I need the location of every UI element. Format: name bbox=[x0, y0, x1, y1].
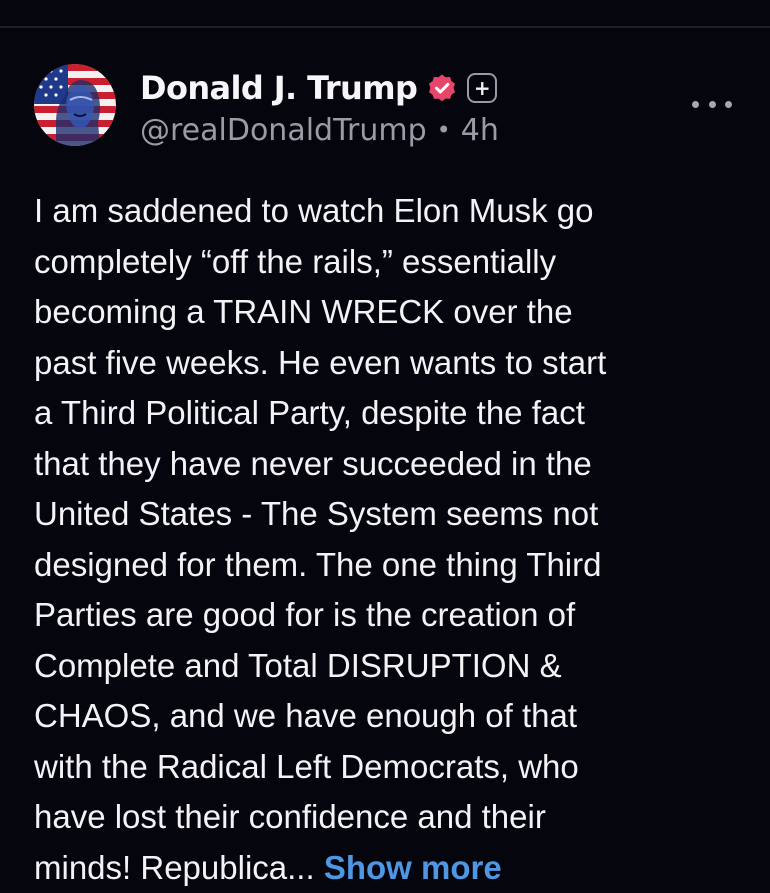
post-text-line: becoming a TRAIN WRECK over the bbox=[34, 287, 734, 338]
post-text-line: Complete and Total DISRUPTION & bbox=[34, 641, 734, 692]
post-text-last-line: minds! Republica... Show more bbox=[34, 843, 734, 893]
profile-avatar[interactable] bbox=[34, 64, 116, 146]
post-text-line: CHAOS, and we have enough of that bbox=[34, 691, 734, 742]
author-handle-row: @realDonaldTrump • 4h bbox=[140, 110, 499, 150]
post-text-line: have lost their confidence and their bbox=[34, 792, 734, 843]
post-text-line: Parties are good for is the creation of bbox=[34, 590, 734, 641]
post-text-line: I am saddened to watch Elon Musk go bbox=[34, 186, 734, 237]
more-dot bbox=[692, 101, 699, 108]
more-dot bbox=[725, 101, 732, 108]
author-name-row: Donald J. Trump + bbox=[140, 68, 497, 108]
post-text-line: a Third Political Party, despite the fac… bbox=[34, 388, 734, 439]
verified-badge-icon bbox=[427, 73, 457, 103]
post-text-line: past five weeks. He even wants to start bbox=[34, 338, 734, 389]
show-more-link[interactable]: Show more bbox=[324, 849, 502, 886]
post-timestamp[interactable]: 4h bbox=[461, 113, 499, 148]
post-text-line: that they have never succeeded in the bbox=[34, 439, 734, 490]
plus-badge-icon: + bbox=[467, 73, 497, 103]
post-text-line: with the Radical Left Democrats, who bbox=[34, 742, 734, 793]
author-display-name[interactable]: Donald J. Trump bbox=[140, 69, 417, 107]
post-text-line: completely “off the rails,” essentially bbox=[34, 237, 734, 288]
more-options-icon[interactable] bbox=[690, 90, 734, 118]
author-handle[interactable]: @realDonaldTrump bbox=[140, 113, 427, 148]
separator-dot: • bbox=[437, 116, 451, 144]
post-text-line: designed for them. The one thing Third bbox=[34, 540, 734, 591]
post-text-line: United States - The System seems not bbox=[34, 489, 734, 540]
post-body: I am saddened to watch Elon Musk go comp… bbox=[34, 186, 734, 893]
post-card: Donald J. Trump + @realDonaldTrump • 4h … bbox=[0, 28, 770, 864]
more-dot bbox=[709, 101, 716, 108]
avatar-image bbox=[34, 64, 116, 146]
post-text-truncated: minds! Republica... bbox=[34, 849, 315, 886]
